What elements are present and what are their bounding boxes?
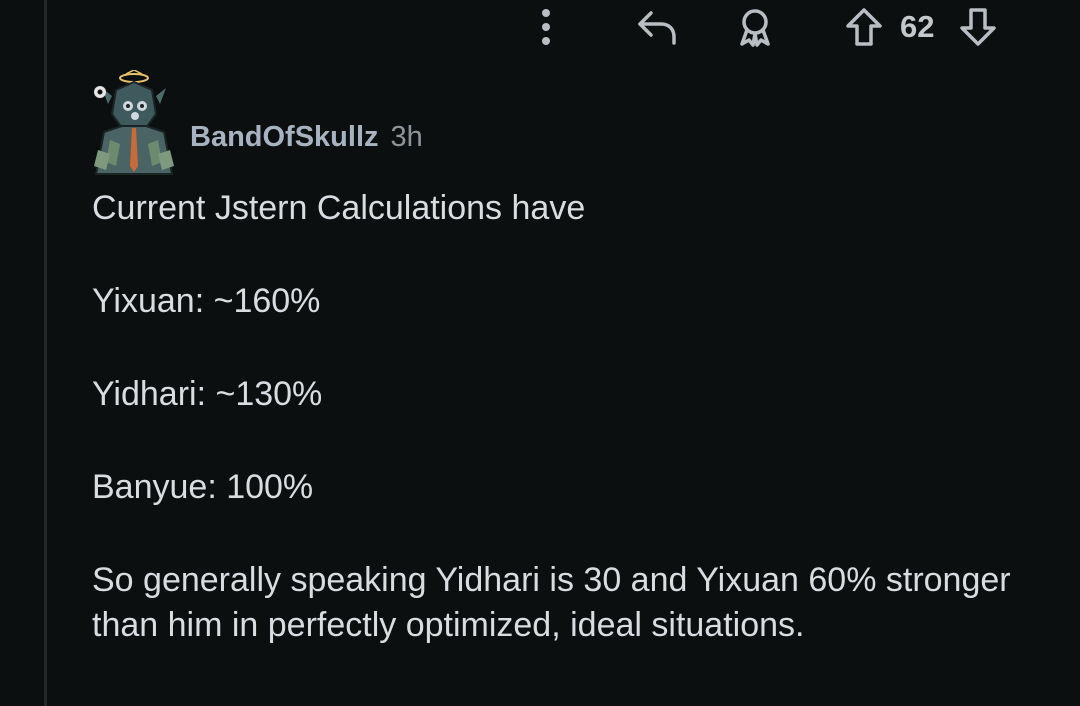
comment-body: Current Jstern Calculations have Yixuan:… <box>92 186 1052 696</box>
thread-line <box>44 0 47 706</box>
username-link[interactable]: BandOfSkullz <box>190 121 379 154</box>
more-options-button[interactable] <box>530 6 562 48</box>
vote-count: 62 <box>900 9 935 44</box>
comment-timestamp: 3h <box>390 120 423 153</box>
comment-paragraph: Yidhari: ~130% <box>92 375 323 413</box>
comment-action-bar: 62 <box>0 0 1080 56</box>
avatar-character-image <box>94 69 174 175</box>
comment-paragraph: Current Jstern Calculations have <box>92 189 586 227</box>
comment-paragraph: So generally speaking Yidhari is 30 and … <box>92 561 1011 644</box>
comment-header: BandOfSkullz 3h <box>86 69 423 180</box>
upvote-button[interactable] <box>842 6 886 48</box>
downvote-arrow-icon <box>960 8 996 46</box>
reply-icon <box>638 11 676 45</box>
reply-button[interactable] <box>632 6 682 48</box>
downvote-button[interactable] <box>956 6 1000 48</box>
comment-paragraph: Banyue: 100% <box>92 468 314 506</box>
comment-paragraph: Yixuan: ~160% <box>92 282 321 320</box>
more-vertical-icon <box>542 9 550 45</box>
award-icon <box>740 9 770 47</box>
avatar[interactable] <box>86 69 182 180</box>
comment-meta: BandOfSkullz 3h <box>190 121 423 154</box>
upvote-arrow-icon <box>846 8 882 46</box>
award-button[interactable] <box>730 6 780 48</box>
